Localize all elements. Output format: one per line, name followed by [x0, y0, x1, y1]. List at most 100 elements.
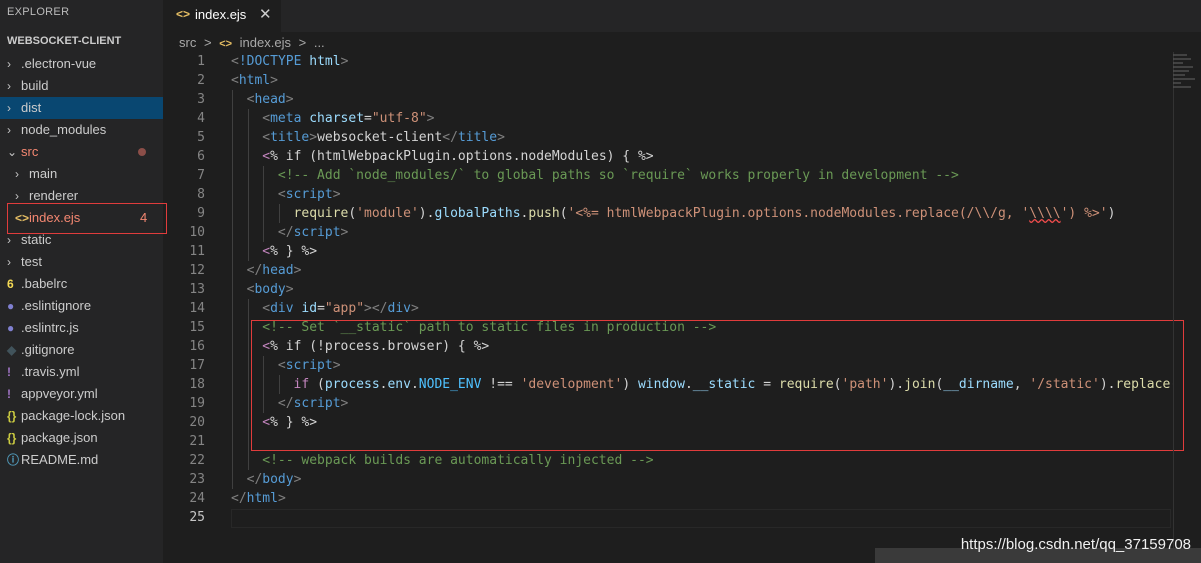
- minimap[interactable]: [1173, 52, 1201, 112]
- code-text: <!-- webpack builds are automatically in…: [262, 451, 653, 470]
- code-line[interactable]: 10 </script>: [163, 223, 1173, 242]
- code-line[interactable]: 11 <% } %>: [163, 242, 1173, 261]
- code-token: div: [270, 301, 294, 316]
- code-line[interactable]: 6 <% if (htmlWebpackPlugin.options.nodeMo…: [163, 147, 1173, 166]
- tree-item-renderer[interactable]: › renderer: [0, 185, 163, 207]
- line-number: 16: [189, 339, 205, 354]
- code-line[interactable]: 16 <% if (!process.browser) { %>: [163, 337, 1173, 356]
- code-line[interactable]: 17 <script>: [163, 356, 1173, 375]
- tree-item-label: test: [21, 254, 42, 269]
- tree-item-babelrc[interactable]: 6 .babelrc: [0, 273, 163, 295]
- tree-item-label: .babelrc: [21, 276, 68, 291]
- code-token: html: [238, 73, 271, 88]
- code-line[interactable]: 24 </html>: [163, 489, 1173, 508]
- code-token: .: [684, 377, 693, 392]
- code-text: if (process.env.NODE_ENV !== 'developmen…: [294, 375, 1173, 394]
- line-number: 22: [189, 453, 205, 468]
- code-line[interactable]: 1 <!DOCTYPE html>: [163, 52, 1173, 71]
- tree-item-build[interactable]: › build: [0, 75, 163, 97]
- breadcrumb-more[interactable]: ...: [314, 35, 325, 50]
- tree-item-eslintignore[interactable]: ● .eslintignore: [0, 295, 163, 317]
- tree-item-dist[interactable]: › dist: [0, 97, 163, 119]
- code-token: <: [262, 244, 271, 259]
- code-line[interactable]: 14 <div id="app"></div>: [163, 299, 1173, 318]
- code-token: globalPaths: [434, 206, 521, 221]
- code-line[interactable]: 19 </script>: [163, 394, 1173, 413]
- tree-item-appveyor-yml[interactable]: ! appveyor.yml: [0, 383, 163, 405]
- code-line[interactable]: 5 <title>websocket-client</title>: [163, 128, 1173, 147]
- code-line[interactable]: 9 require('module').globalPaths.push('<%=…: [163, 204, 1173, 223]
- line-number: 2: [197, 73, 205, 88]
- line-number: 20: [189, 415, 205, 430]
- code-line[interactable]: 18 if (process.env.NODE_ENV !== 'developm…: [163, 375, 1173, 394]
- line-number: 18: [189, 377, 205, 392]
- code-token: >: [309, 130, 318, 145]
- code-line[interactable]: 15 <!-- Set `__static` path to static fil…: [163, 318, 1173, 337]
- line-number: 19: [189, 396, 205, 411]
- code-token: (: [348, 206, 357, 221]
- chevron-down-icon: ⌄: [7, 145, 18, 159]
- code-token: >: [277, 491, 286, 506]
- code-token: <: [231, 73, 239, 88]
- code-line[interactable]: 12 </head>: [163, 261, 1173, 280]
- code-token: >: [340, 225, 349, 240]
- code-line[interactable]: 20 <% } %>: [163, 413, 1173, 432]
- code-token: >: [340, 54, 349, 69]
- code-token: (: [309, 377, 325, 392]
- code-line[interactable]: 25: [163, 508, 1173, 527]
- code-text: </script>: [278, 223, 348, 242]
- line-number: 4: [197, 111, 205, 126]
- code-line[interactable]: 13 <body>: [163, 280, 1173, 299]
- code-token: <: [262, 301, 271, 316]
- tree-item-package-json[interactable]: {} package.json: [0, 427, 163, 449]
- breadcrumb-file[interactable]: index.ejs: [240, 35, 291, 50]
- code-token: push: [528, 206, 560, 221]
- tree-item-node-modules[interactable]: › node_modules: [0, 119, 163, 141]
- tree-item-label: .travis.yml: [21, 364, 80, 379]
- tree-item-test[interactable]: › test: [0, 251, 163, 273]
- yaml-file-icon: !: [7, 365, 11, 379]
- tree-item-eslintrc-js[interactable]: ● .eslintrc.js: [0, 317, 163, 339]
- editor-scrollbar[interactable]: [1173, 52, 1174, 563]
- tree-item-static[interactable]: › static: [0, 229, 163, 251]
- code-token: (: [559, 206, 568, 221]
- breadcrumb-src[interactable]: src: [179, 35, 196, 50]
- tree-item-travis-yml[interactable]: ! .travis.yml: [0, 361, 163, 383]
- code-token: head: [254, 92, 286, 107]
- tree-item-label: package-lock.json: [21, 408, 126, 423]
- workspace-section-header[interactable]: WEBSOCKET-CLIENT: [7, 35, 121, 47]
- tree-item-electron-vue[interactable]: › .electron-vue: [0, 53, 163, 75]
- yaml-file-icon: !: [7, 387, 11, 401]
- tree-item-package-lock-json[interactable]: {} package-lock.json: [0, 405, 163, 427]
- tree-item-main[interactable]: › main: [0, 163, 163, 185]
- tab-index-ejs[interactable]: <> index.ejs ✕: [163, 0, 281, 32]
- explorer-sidebar: EXPLORER WEBSOCKET-CLIENT › .electron-vue…: [0, 0, 163, 563]
- code-line[interactable]: 3 <head>: [163, 90, 1173, 109]
- tree-item-readme-md[interactable]: ⓘ README.md: [0, 449, 163, 471]
- code-token: __dirname: [943, 377, 1014, 392]
- code-line[interactable]: 22 <!-- webpack builds are automatically …: [163, 451, 1173, 470]
- tree-item-index-ejs[interactable]: <> index.ejs 4: [0, 207, 163, 229]
- code-token: >: [293, 472, 302, 487]
- code-line[interactable]: 8 <script>: [163, 185, 1173, 204]
- eslint-file-icon: ●: [7, 321, 15, 335]
- code-line[interactable]: 4 <meta charset="utf-8">: [163, 109, 1173, 128]
- code-line[interactable]: 2 <html>: [163, 71, 1173, 90]
- tree-item-gitignore[interactable]: ◆ .gitignore: [0, 339, 163, 361]
- code-token: script: [285, 187, 333, 202]
- code-line[interactable]: 23 </body>: [163, 470, 1173, 489]
- code-text: <!-- Set `__static` path to static files…: [262, 318, 716, 337]
- close-icon[interactable]: ✕: [259, 5, 272, 23]
- code-token: ).: [1099, 377, 1116, 392]
- code-token: % if (htmlWebpackPlugin.options.nodeModu…: [270, 149, 654, 164]
- code-token: <: [262, 339, 271, 354]
- code-text: <meta charset="utf-8">: [262, 109, 434, 128]
- code-line[interactable]: 7 <!-- Add `node_modules/` to global path…: [163, 166, 1173, 185]
- git-file-icon: ◆: [7, 343, 17, 357]
- tree-item-src[interactable]: ⌄ src: [0, 141, 163, 163]
- code-line[interactable]: 21: [163, 432, 1173, 451]
- line-number: 5: [197, 130, 205, 145]
- tree-item-label: node_modules: [21, 122, 107, 137]
- code-editor[interactable]: 1 <!DOCTYPE html> 2 <html> 3 <head> 4 <meta cha…: [163, 52, 1173, 563]
- code-token: window: [637, 377, 685, 392]
